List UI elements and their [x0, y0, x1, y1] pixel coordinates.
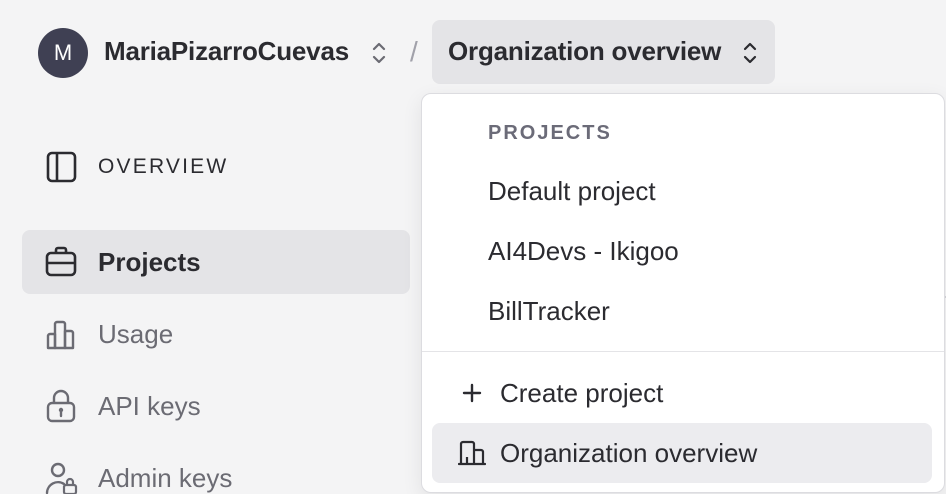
chevron-up-down-icon[interactable] [369, 39, 389, 67]
building-icon [458, 440, 486, 466]
page-switcher-label: Organization overview [448, 36, 722, 66]
project-switcher-dropdown: PROJECTS Default project AI4Devs - Ikigo… [421, 93, 945, 493]
avatar[interactable]: M [38, 28, 88, 78]
bar-chart-icon [46, 320, 75, 350]
sidebar-section-label: OVERVIEW [98, 155, 229, 178]
sidebar-item-admin-keys[interactable]: Admin keys [22, 446, 410, 494]
project-option-ai4devs[interactable]: AI4Devs - Ikigoo [488, 236, 679, 267]
sidebar-item-label: API keys [98, 391, 201, 421]
app-page: M MariaPizarroCuevas / Organization over… [0, 0, 946, 494]
plus-icon [462, 383, 482, 403]
page-switcher-button[interactable]: Organization overview [432, 20, 775, 84]
breadcrumb-separator: / [410, 36, 418, 67]
briefcase-icon [45, 246, 77, 277]
sidebar-item-api-keys[interactable]: API keys [22, 374, 410, 438]
create-project-button[interactable]: Create project [432, 363, 932, 423]
organization-overview-label: Organization overview [500, 438, 758, 468]
organization-overview-option[interactable]: Organization overview [432, 423, 932, 483]
user-lock-icon [45, 462, 78, 494]
org-name[interactable]: MariaPizarroCuevas [104, 36, 349, 67]
dropdown-divider [422, 351, 944, 352]
dropdown-section-heading: PROJECTS [488, 122, 612, 144]
sidebar-item-label: Usage [98, 319, 174, 349]
sidebar-item-projects[interactable]: Projects [22, 230, 410, 294]
lock-icon [46, 389, 76, 423]
sidebar-toggle-icon[interactable] [46, 150, 78, 184]
create-project-label: Create project [500, 378, 664, 408]
avatar-letter: M [53, 40, 73, 65]
project-option-default[interactable]: Default project [488, 176, 656, 207]
sidebar-item-usage[interactable]: Usage [22, 302, 410, 366]
sidebar-item-label: Projects [98, 247, 201, 277]
chevron-up-down-icon [743, 42, 757, 64]
sidebar-item-label: Admin keys [98, 463, 233, 493]
project-option-billtracker[interactable]: BillTracker [488, 296, 610, 327]
